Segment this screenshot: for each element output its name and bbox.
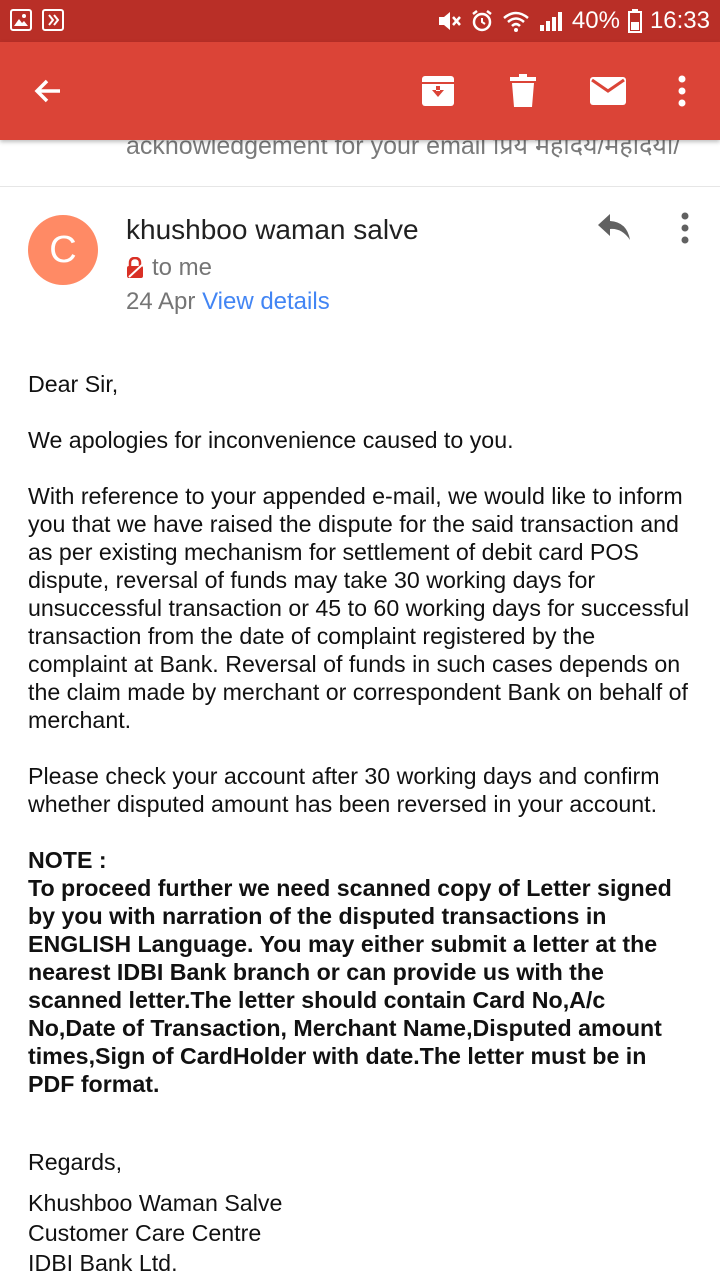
- delete-icon: [510, 74, 536, 107]
- avatar[interactable]: C: [28, 215, 98, 285]
- note-text: To proceed further we need scanned copy …: [28, 875, 672, 1097]
- alarm-icon: [472, 10, 492, 32]
- sender-name: khushboo waman salve: [126, 214, 419, 245]
- body-paragraph: With reference to your appended e-mail, …: [28, 483, 690, 733]
- reply-button[interactable]: [596, 212, 636, 252]
- wifi-icon: [503, 11, 529, 32]
- signal-icon: [539, 12, 562, 31]
- battery-percent: 40%: [571, 7, 620, 34]
- regards: Regards,: [28, 1149, 123, 1175]
- greeting: Dear Sir,: [28, 371, 119, 397]
- email-date: 24 Apr: [126, 288, 196, 315]
- battery-icon: [627, 9, 642, 33]
- signature-name: Khushboo Waman Salve: [28, 1190, 283, 1216]
- divider: [0, 186, 720, 187]
- mark-unread-button[interactable]: [586, 42, 630, 140]
- message-more-button[interactable]: [668, 210, 702, 250]
- mute-icon: [438, 12, 461, 30]
- recipient-row: to me: [126, 254, 212, 282]
- archive-button[interactable]: [416, 42, 460, 140]
- date-row: 24 Apr View details: [126, 288, 330, 316]
- view-details-link[interactable]: View details: [202, 288, 330, 315]
- back-arrow-icon: [34, 79, 60, 103]
- mail-icon: [590, 77, 626, 105]
- app-toolbar: [0, 42, 720, 140]
- more-vert-icon: [681, 212, 689, 244]
- more-options-button[interactable]: [664, 42, 700, 140]
- signature-department: Customer Care Centre: [28, 1220, 262, 1246]
- signature-organization: IDBI Bank Ltd.: [28, 1250, 178, 1276]
- back-button[interactable]: [22, 42, 74, 140]
- system-status: 40% 16:33: [436, 6, 710, 36]
- email-body: Dear Sir, We apologies for inconvenience…: [28, 370, 698, 1278]
- clock: 16:33: [649, 7, 710, 34]
- status-bar: 40% 16:33: [0, 0, 720, 42]
- archive-icon: [422, 76, 454, 106]
- note-heading: NOTE :: [28, 847, 107, 873]
- gallery-notification-icon: [10, 9, 32, 31]
- app-notification-icon: [42, 9, 64, 31]
- body-paragraph: Please check your account after 30 worki…: [28, 763, 660, 817]
- delete-button[interactable]: [502, 42, 544, 140]
- security-lock-icon: [127, 257, 143, 278]
- more-vert-icon: [678, 75, 686, 107]
- apology-paragraph: We apologies for inconvenience caused to…: [28, 427, 514, 453]
- notification-icons: [10, 9, 64, 31]
- recipient-label: to me: [152, 254, 213, 281]
- reply-icon: [598, 214, 630, 240]
